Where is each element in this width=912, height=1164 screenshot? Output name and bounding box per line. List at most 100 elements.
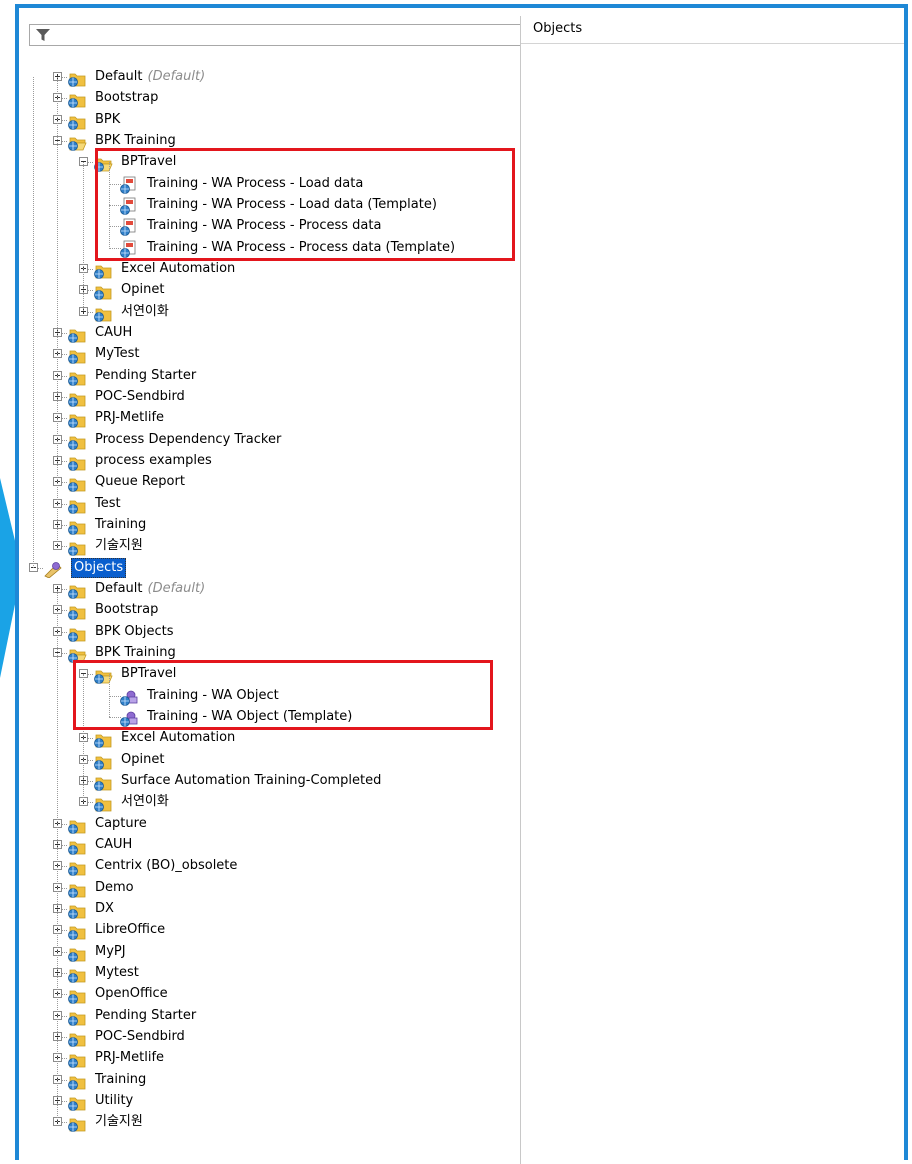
- tree-node[interactable]: Training: [29, 515, 521, 536]
- tree-node-label[interactable]: Training: [95, 1071, 146, 1089]
- tree-node[interactable]: Bootstrap: [29, 600, 521, 621]
- tree-node-label[interactable]: Centrix (BO)_obsolete: [95, 857, 237, 875]
- tree-node[interactable]: Default (Default): [29, 67, 521, 88]
- tree-node-label[interactable]: POC-Sendbird: [95, 388, 185, 406]
- folder-icon: [67, 965, 87, 983]
- tree-node[interactable]: 서연이화: [29, 302, 521, 323]
- folder-icon: [67, 1072, 87, 1090]
- tree-node[interactable]: Opinet: [29, 280, 521, 301]
- tree-node-label[interactable]: POC-Sendbird: [95, 1028, 185, 1046]
- tree-node-label[interactable]: Utility: [95, 1092, 133, 1110]
- tree-node[interactable]: MyTest: [29, 344, 521, 365]
- tree-node-label[interactable]: BPK Objects: [95, 623, 174, 641]
- tree-node-label[interactable]: Opinet: [121, 281, 164, 299]
- tree-node-label[interactable]: 서연이화: [121, 793, 169, 811]
- tree-node-label[interactable]: Objects: [71, 558, 127, 578]
- tree-node-label[interactable]: Demo: [95, 879, 134, 897]
- tree-node[interactable]: Objects: [29, 558, 521, 579]
- funnel-icon[interactable]: [36, 28, 50, 42]
- tree-node[interactable]: Test: [29, 494, 521, 515]
- tree-node-label[interactable]: Excel Automation: [121, 729, 235, 747]
- folder-icon: [67, 410, 87, 428]
- tree-node[interactable]: 서연이화: [29, 792, 521, 813]
- tree-node[interactable]: Queue Report: [29, 472, 521, 493]
- tree-node-label[interactable]: MyPJ: [95, 943, 126, 961]
- tree-node[interactable]: PRJ-Metlife: [29, 1048, 521, 1069]
- tree-node-text: Training: [95, 517, 147, 532]
- folder-icon: [93, 773, 113, 791]
- tree-node[interactable]: 기술지원: [29, 1112, 521, 1133]
- tree-node[interactable]: MyPJ: [29, 942, 521, 963]
- tree-node-label[interactable]: CAUH: [95, 324, 132, 342]
- tree-node-label[interactable]: Default (Default): [95, 68, 205, 86]
- tree-node[interactable]: LibreOffice: [29, 920, 521, 941]
- tree-node-label[interactable]: 기술지원: [95, 537, 143, 555]
- tree-node-label[interactable]: Test: [95, 495, 121, 513]
- tree-node-label[interactable]: PRJ-Metlife: [95, 409, 164, 427]
- folder-icon: [67, 389, 87, 407]
- tree-node-label[interactable]: DX: [95, 900, 114, 918]
- tree-node[interactable]: Training: [29, 1070, 521, 1091]
- tree-node-label[interactable]: MyTest: [95, 345, 140, 363]
- tree-node[interactable]: PRJ-Metlife: [29, 408, 521, 429]
- tree-node-label[interactable]: process examples: [95, 452, 212, 470]
- tree-node[interactable]: process examples: [29, 451, 521, 472]
- tree-node[interactable]: Excel Automation: [29, 728, 521, 749]
- tree-node-label[interactable]: Opinet: [121, 751, 164, 769]
- tree-node-text: Bootstrap: [95, 602, 159, 617]
- tree-node[interactable]: Capture: [29, 814, 521, 835]
- tree-node[interactable]: Demo: [29, 878, 521, 899]
- folder-icon: [93, 282, 113, 300]
- tree-node-label[interactable]: OpenOffice: [95, 985, 168, 1003]
- tree-node-label[interactable]: Process Dependency Tracker: [95, 431, 281, 449]
- tree-node-label[interactable]: PRJ-Metlife: [95, 1049, 164, 1067]
- tree-node[interactable]: POC-Sendbird: [29, 387, 521, 408]
- tree-node[interactable]: Mytest: [29, 963, 521, 984]
- tree-node-text: POC-Sendbird: [95, 1029, 185, 1044]
- tree-node-label[interactable]: Training: [95, 516, 146, 534]
- tree-node[interactable]: Excel Automation: [29, 259, 521, 280]
- tree-node-label[interactable]: Excel Automation: [121, 260, 235, 278]
- tree-node-label[interactable]: Pending Starter: [95, 1007, 196, 1025]
- folder-icon: [67, 474, 87, 492]
- tree-node-label[interactable]: Bootstrap: [95, 601, 158, 619]
- folder-icon: [67, 69, 87, 87]
- tree-node[interactable]: Pending Starter: [29, 366, 521, 387]
- tree-node-label[interactable]: Pending Starter: [95, 367, 196, 385]
- tree-node[interactable]: BPK Objects: [29, 622, 521, 643]
- tree-node[interactable]: CAUH: [29, 835, 521, 856]
- tree-node-label[interactable]: 기술지원: [95, 1113, 143, 1131]
- tree-node-label[interactable]: CAUH: [95, 836, 132, 854]
- tree-node[interactable]: Opinet: [29, 750, 521, 771]
- tree-node-label[interactable]: 서연이화: [121, 303, 169, 321]
- objects-root-icon: [43, 560, 63, 579]
- tree-node-label[interactable]: Bootstrap: [95, 89, 158, 107]
- tree-node[interactable]: Centrix (BO)_obsolete: [29, 856, 521, 877]
- tree-node-label[interactable]: LibreOffice: [95, 921, 165, 939]
- tree-node[interactable]: POC-Sendbird: [29, 1027, 521, 1048]
- tree-node-label[interactable]: BPK: [95, 111, 120, 129]
- tree-node[interactable]: BPK: [29, 110, 521, 131]
- tree-node-label[interactable]: Default (Default): [95, 580, 205, 598]
- folder-icon: [67, 538, 87, 556]
- tree-node-label[interactable]: Mytest: [95, 964, 139, 982]
- folder-icon: [93, 730, 113, 748]
- open-folder-icon: [67, 133, 87, 151]
- tree-node[interactable]: 기술지원: [29, 536, 521, 557]
- tree-node[interactable]: DX: [29, 899, 521, 920]
- tree-node[interactable]: Process Dependency Tracker: [29, 430, 521, 451]
- tree-node[interactable]: Default (Default): [29, 579, 521, 600]
- tree-node-text: OpenOffice: [95, 986, 168, 1001]
- tree-node-label[interactable]: Surface Automation Training-Completed: [121, 772, 381, 790]
- tree-node[interactable]: Utility: [29, 1091, 521, 1112]
- filter-box[interactable]: [29, 24, 521, 46]
- tree-node[interactable]: Surface Automation Training-Completed: [29, 771, 521, 792]
- tree-node-label[interactable]: Capture: [95, 815, 147, 833]
- tree-node-text: Queue Report: [95, 474, 185, 489]
- repository-tree: Default (Default) Bootstrap BPK BPK Training…: [29, 60, 521, 1160]
- tree-node-label[interactable]: Queue Report: [95, 473, 185, 491]
- tree-node[interactable]: Pending Starter: [29, 1006, 521, 1027]
- tree-node[interactable]: CAUH: [29, 323, 521, 344]
- tree-node[interactable]: Bootstrap: [29, 88, 521, 109]
- tree-node[interactable]: OpenOffice: [29, 984, 521, 1005]
